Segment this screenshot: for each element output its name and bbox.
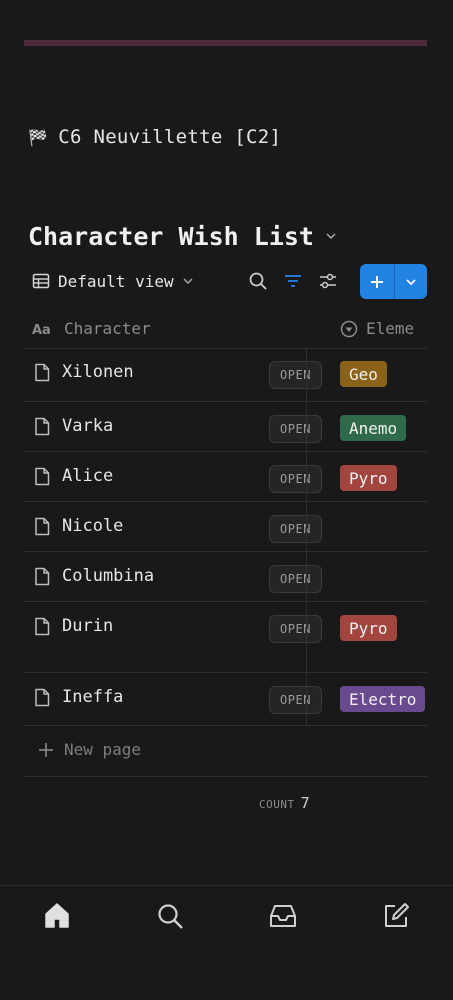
row-title-text: Varka bbox=[62, 416, 114, 436]
view-label: Default view bbox=[58, 271, 174, 291]
add-button[interactable] bbox=[360, 264, 395, 299]
search-icon[interactable] bbox=[248, 271, 268, 291]
document-icon bbox=[35, 567, 50, 585]
plus-icon bbox=[371, 275, 383, 288]
open-button[interactable]: OPEN bbox=[269, 361, 322, 389]
row-title[interactable]: Alice bbox=[34, 466, 113, 486]
column-header-label: Eleme bbox=[366, 319, 415, 338]
element-cell[interactable] bbox=[331, 552, 427, 601]
document-icon bbox=[35, 417, 50, 435]
row-title[interactable]: Ineffa bbox=[34, 687, 123, 707]
row-title-text: Columbina bbox=[62, 566, 155, 586]
element-tag: Pyro bbox=[340, 615, 397, 641]
element-tag: Electro bbox=[340, 686, 426, 712]
element-cell[interactable]: Electro bbox=[331, 673, 427, 725]
open-button[interactable]: OPEN bbox=[269, 465, 322, 493]
table-header: Aa Character Eleme bbox=[24, 310, 427, 349]
open-button[interactable]: OPEN bbox=[269, 615, 322, 643]
view-selector-button[interactable]: Default view bbox=[24, 265, 224, 297]
filter-icon[interactable] bbox=[283, 271, 303, 291]
element-tag: Pyro bbox=[340, 465, 397, 491]
row-title-text: Nicole bbox=[62, 516, 124, 536]
new-item-button[interactable] bbox=[360, 264, 427, 299]
table-row[interactable]: Ineffa OPEN Electro bbox=[24, 673, 427, 726]
row-title-text: Xilonen bbox=[62, 362, 134, 382]
compose-icon[interactable] bbox=[381, 901, 411, 931]
page-cover-bar bbox=[24, 40, 427, 46]
flag-icon: 🏁 bbox=[28, 127, 49, 147]
row-title[interactable]: Nicole bbox=[34, 516, 123, 536]
settings-sliders-icon[interactable] bbox=[318, 271, 338, 291]
search-icon[interactable] bbox=[155, 901, 185, 931]
database-toolbar: Default view bbox=[24, 262, 427, 300]
element-cell[interactable]: Anemo bbox=[331, 402, 427, 451]
chevron-down-icon[interactable] bbox=[324, 229, 338, 243]
element-cell[interactable]: Pyro bbox=[331, 602, 427, 672]
table-row[interactable]: Columbina OPEN bbox=[24, 552, 427, 602]
open-button[interactable]: OPEN bbox=[269, 515, 322, 543]
new-item-dropdown-button[interactable] bbox=[395, 264, 427, 299]
column-header-element[interactable]: Eleme bbox=[340, 319, 414, 338]
chevron-down-icon bbox=[183, 278, 193, 284]
row-title[interactable]: Columbina bbox=[34, 566, 154, 586]
table-row[interactable]: Alice OPEN Pyro bbox=[24, 452, 427, 502]
element-cell[interactable]: Geo bbox=[331, 348, 427, 401]
table-row[interactable]: Xilonen OPEN Geo bbox=[24, 348, 427, 402]
database-title-text: Character Wish List bbox=[28, 221, 314, 251]
row-title-text: Durin bbox=[62, 616, 114, 636]
document-icon bbox=[35, 517, 50, 535]
document-icon bbox=[35, 617, 50, 635]
home-icon[interactable] bbox=[42, 901, 72, 931]
table-row[interactable]: Durin OPEN Pyro bbox=[24, 602, 427, 673]
document-icon bbox=[35, 688, 50, 706]
row-count: COUNT 7 bbox=[259, 794, 310, 812]
page-title[interactable]: 🏁 C6 Neuvillette [C2] bbox=[28, 124, 281, 150]
element-cell[interactable] bbox=[331, 502, 427, 551]
table-row[interactable]: Nicole OPEN bbox=[24, 502, 427, 552]
count-value: 7 bbox=[300, 794, 310, 812]
bottom-navigation bbox=[0, 885, 453, 1000]
element-cell[interactable]: Pyro bbox=[331, 452, 427, 501]
table-row[interactable]: Varka OPEN Anemo bbox=[24, 402, 427, 452]
plus-icon bbox=[39, 742, 53, 757]
row-title[interactable]: Xilonen bbox=[34, 362, 134, 382]
document-icon bbox=[35, 467, 50, 485]
open-button[interactable]: OPEN bbox=[269, 565, 322, 593]
column-header-character[interactable]: Aa Character bbox=[32, 319, 151, 338]
document-icon bbox=[35, 363, 50, 381]
page-title-text: C6 Neuvillette [C2] bbox=[58, 126, 282, 148]
divider bbox=[24, 776, 427, 777]
new-page-button[interactable]: New page bbox=[38, 740, 141, 759]
new-page-label: New page bbox=[64, 740, 142, 759]
svg-text:Aa: Aa bbox=[32, 323, 51, 336]
element-tag: Geo bbox=[340, 361, 387, 387]
row-title-text: Ineffa bbox=[62, 687, 124, 707]
table-icon bbox=[32, 273, 50, 289]
text-property-icon: Aa bbox=[32, 323, 51, 336]
select-property-icon bbox=[340, 320, 358, 337]
column-header-label: Character bbox=[64, 319, 151, 338]
row-title[interactable]: Varka bbox=[34, 416, 113, 436]
chevron-down-icon bbox=[406, 278, 416, 285]
row-title-text: Alice bbox=[62, 466, 114, 486]
database-title[interactable]: Character Wish List bbox=[28, 219, 338, 253]
column-divider bbox=[306, 348, 307, 726]
count-label: COUNT bbox=[259, 798, 295, 811]
inbox-icon[interactable] bbox=[268, 901, 298, 931]
row-title[interactable]: Durin bbox=[34, 616, 113, 636]
database-table: Aa Character Eleme Xilonen OPEN Geo Varka OP… bbox=[24, 310, 427, 812]
open-button[interactable]: OPEN bbox=[269, 686, 322, 714]
open-button[interactable]: OPEN bbox=[269, 415, 322, 443]
element-tag: Anemo bbox=[340, 415, 407, 441]
